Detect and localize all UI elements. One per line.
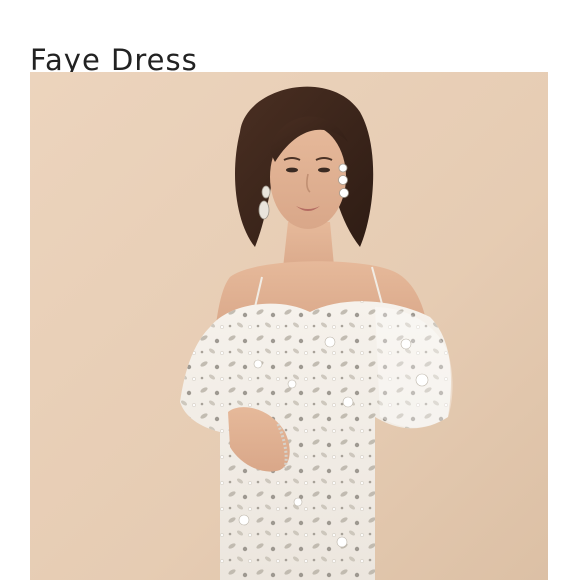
product-photo[interactable] bbox=[30, 72, 548, 580]
earring-right bbox=[338, 163, 349, 198]
product-photo-illustration bbox=[30, 72, 548, 580]
product-page: Faye Dress bbox=[0, 0, 580, 580]
